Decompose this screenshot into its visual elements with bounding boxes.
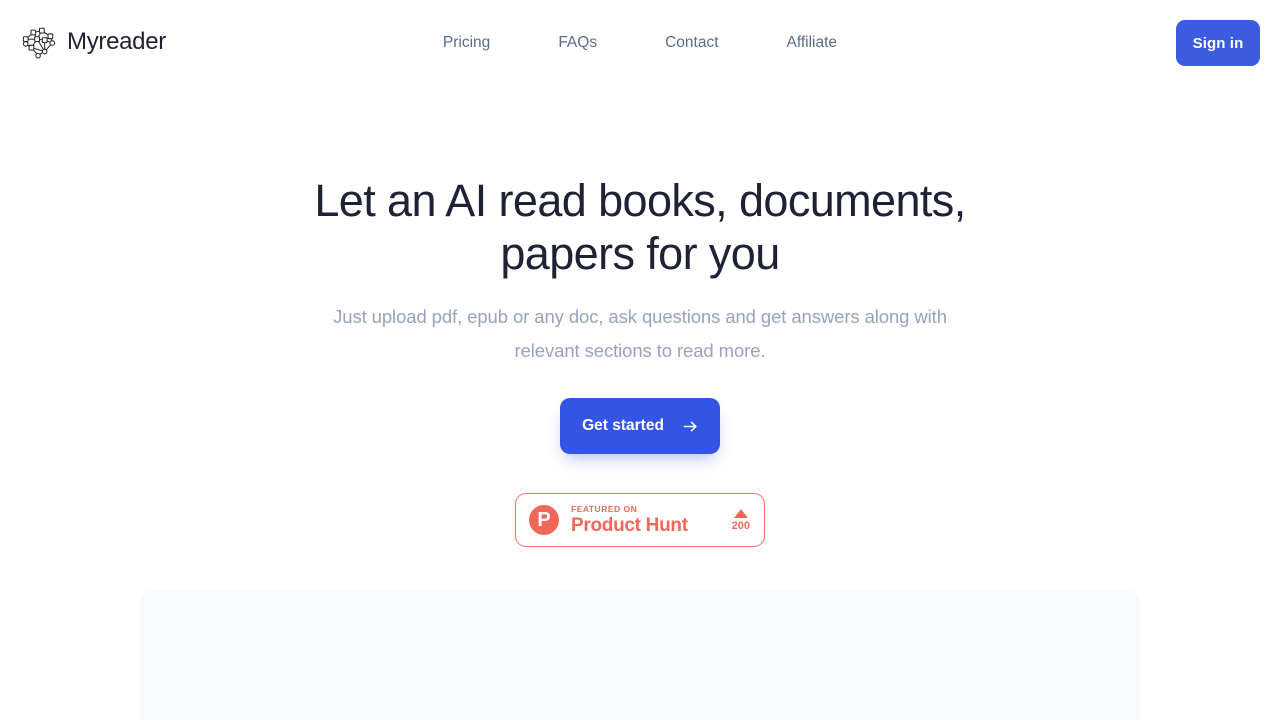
arrow-right-icon <box>683 419 698 434</box>
product-hunt-name: Product Hunt <box>571 514 688 536</box>
triangle-up-icon <box>732 508 750 518</box>
product-hunt-featured-label: FEATURED ON <box>571 504 638 515</box>
hero-subtitle: Just upload pdf, epub or any doc, ask qu… <box>333 306 947 361</box>
landing-page: Myreader Pricing FAQs Contact Affiliate … <box>0 0 1280 720</box>
product-hunt-text: FEATURED ON Product Hunt <box>571 505 720 535</box>
product-hunt-container: P FEATURED ON Product Hunt 200 <box>0 493 1280 547</box>
product-hunt-badge[interactable]: P FEATURED ON Product Hunt 200 <box>515 493 765 547</box>
get-started-button[interactable]: Get started <box>560 398 720 454</box>
nav-item-pricing[interactable]: Pricing <box>443 28 524 58</box>
page-title: Let an AI read books, documents, papers … <box>314 175 966 279</box>
app-preview-panel <box>140 590 1140 720</box>
nav-item-affiliate[interactable]: Affiliate <box>753 28 838 58</box>
product-hunt-upvote-count: 200 <box>731 519 750 532</box>
get-started-label: Get started <box>582 417 664 434</box>
hero-section: Let an AI read books, documents, papers … <box>0 86 1280 547</box>
nav-item-faqs[interactable]: FAQs <box>524 28 631 58</box>
main-navigation: Pricing FAQs Contact Affiliate <box>0 28 1280 58</box>
nav-item-contact[interactable]: Contact <box>631 28 752 58</box>
sign-in-button[interactable]: Sign in <box>1176 20 1260 66</box>
cta-container: Get started <box>0 398 1280 454</box>
product-hunt-logo-icon: P <box>529 505 559 535</box>
product-hunt-upvotes: 200 <box>731 508 750 532</box>
site-header: Myreader Pricing FAQs Contact Affiliate … <box>0 0 1280 86</box>
